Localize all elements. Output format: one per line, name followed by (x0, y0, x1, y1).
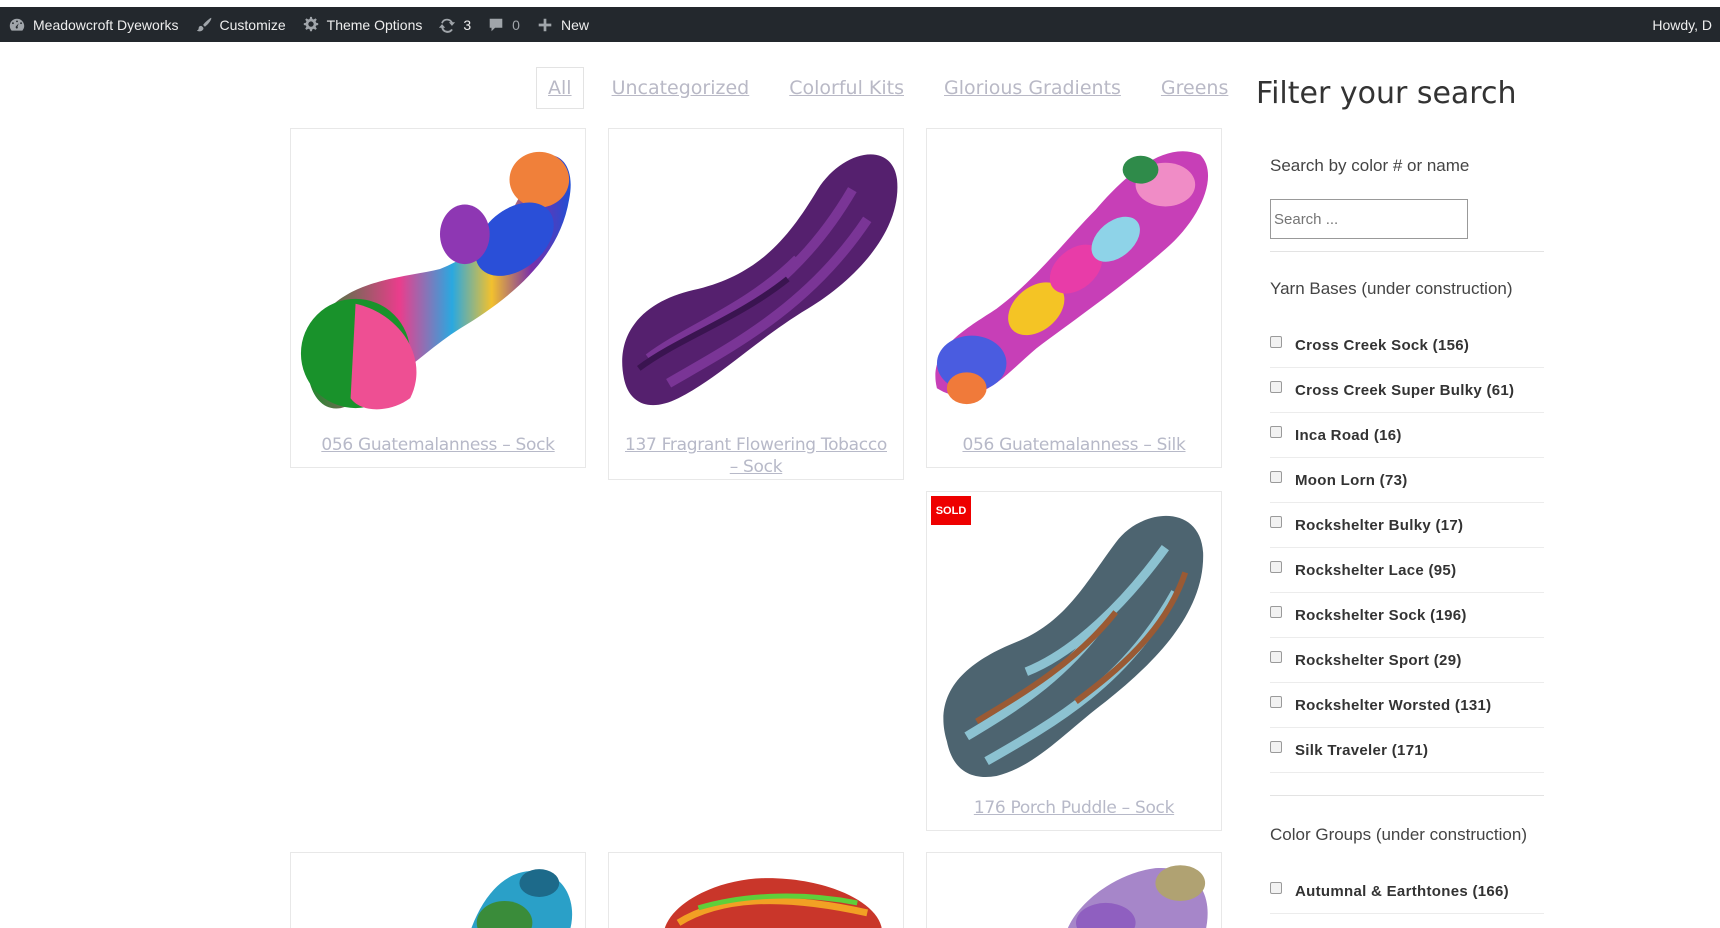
product-card[interactable] (290, 852, 586, 928)
sold-badge: SOLD (931, 496, 971, 525)
dashboard-icon (9, 18, 25, 31)
checkbox[interactable] (1270, 426, 1282, 438)
new-label: New (560, 16, 589, 33)
yarn-base-option[interactable]: Rockshelter Sport (29) (1270, 638, 1544, 683)
product-card[interactable]: 137 Fragrant Flowering Tobacco – Sock (608, 128, 904, 480)
howdy-account-link[interactable]: Howdy, D (1644, 7, 1720, 42)
customize-label: Customize (219, 16, 286, 33)
comments-link[interactable]: 0 (479, 7, 528, 42)
yarn-base-option[interactable]: Inca Road (16) (1270, 413, 1544, 458)
checkbox[interactable] (1270, 651, 1282, 663)
search-label: Search by color # or name (1270, 156, 1470, 175)
yarn-base-option[interactable]: Rockshelter Sock (196) (1270, 593, 1544, 638)
category-filter-tabs: All Uncategorized Colorful Kits Glorious… (536, 67, 1256, 109)
yarn-bases-heading: Yarn Bases (under construction) (1270, 279, 1513, 298)
checkbox[interactable] (1270, 336, 1282, 348)
yarn-base-option[interactable]: Silk Traveler (171) (1270, 728, 1544, 773)
product-title[interactable]: 056 Guatemalanness – Sock (291, 434, 585, 456)
updates-count: 3 (463, 16, 472, 33)
checkbox[interactable] (1270, 381, 1282, 393)
search-input[interactable] (1270, 199, 1468, 239)
site-name-link[interactable]: Meadowcroft Dyeworks (0, 7, 187, 42)
checkbox[interactable] (1270, 606, 1282, 618)
checkbox[interactable] (1270, 471, 1282, 483)
checkbox[interactable] (1270, 696, 1282, 708)
yarn-skein-image[interactable] (291, 853, 585, 928)
yarn-skein-image[interactable] (927, 492, 1221, 782)
updates-icon (439, 18, 456, 33)
product-title[interactable]: 137 Fragrant Flowering Tobacco – Sock (609, 434, 903, 478)
color-group-option[interactable]: Autumnal & Earthtones (166) (1270, 869, 1544, 914)
divider (1270, 795, 1544, 796)
customize-link[interactable]: Customize (187, 7, 294, 42)
yarn-skein-image[interactable] (291, 129, 585, 419)
product-title[interactable]: 176 Porch Puddle – Sock (927, 797, 1221, 819)
product-title[interactable]: 056 Guatemalanness – Silk (927, 434, 1221, 456)
product-card[interactable]: SOLD 176 Porch Puddle – Sock (926, 491, 1222, 831)
brush-icon (196, 17, 211, 31)
gear-icon (303, 16, 318, 31)
checkbox[interactable] (1270, 741, 1282, 753)
product-card[interactable]: 056 Guatemalanness – Silk (926, 128, 1222, 468)
color-groups-heading: Color Groups (under construction) (1270, 825, 1528, 844)
yarn-base-option[interactable]: Moon Lorn (73) (1270, 458, 1544, 503)
admin-bar: Meadowcroft Dyeworks Customize Theme Opt… (0, 7, 1720, 42)
howdy-label: Howdy, D (1652, 16, 1712, 33)
plus-icon (538, 18, 552, 31)
divider (1270, 251, 1544, 252)
tab-colorful-kits[interactable]: Colorful Kits (777, 67, 916, 109)
tab-uncategorized[interactable]: Uncategorized (600, 67, 762, 109)
yarn-skein-image[interactable] (927, 853, 1221, 928)
comment-icon (489, 18, 503, 31)
product-card[interactable] (926, 852, 1222, 928)
yarn-base-option[interactable]: Cross Creek Super Bulky (61) (1270, 368, 1544, 413)
yarn-base-option[interactable]: Rockshelter Bulky (17) (1270, 503, 1544, 548)
product-card[interactable]: 056 Guatemalanness – Sock (290, 128, 586, 468)
checkbox[interactable] (1270, 561, 1282, 573)
sidebar-title: Filter your search (1256, 76, 1517, 111)
site-name: Meadowcroft Dyeworks (33, 16, 179, 33)
yarn-base-option[interactable]: Rockshelter Worsted (131) (1270, 683, 1544, 728)
product-card[interactable] (608, 852, 904, 928)
yarn-skein-image[interactable] (609, 853, 903, 928)
yarn-skein-image[interactable] (927, 129, 1221, 419)
checkbox[interactable] (1270, 882, 1282, 894)
comments-count: 0 (512, 16, 520, 33)
tab-all[interactable]: All (536, 67, 584, 109)
new-content-link[interactable]: New (528, 7, 597, 42)
yarn-base-option[interactable]: Rockshelter Lace (95) (1270, 548, 1544, 593)
yarn-skein-image[interactable] (609, 129, 903, 419)
updates-link[interactable]: 3 (430, 7, 479, 42)
theme-options-link[interactable]: Theme Options (294, 7, 431, 42)
theme-options-label: Theme Options (326, 16, 423, 33)
checkbox[interactable] (1270, 516, 1282, 528)
tab-glorious-gradients[interactable]: Glorious Gradients (932, 67, 1133, 109)
tab-greens[interactable]: Greens (1149, 67, 1240, 109)
yarn-base-option[interactable]: Cross Creek Sock (156) (1270, 323, 1544, 368)
